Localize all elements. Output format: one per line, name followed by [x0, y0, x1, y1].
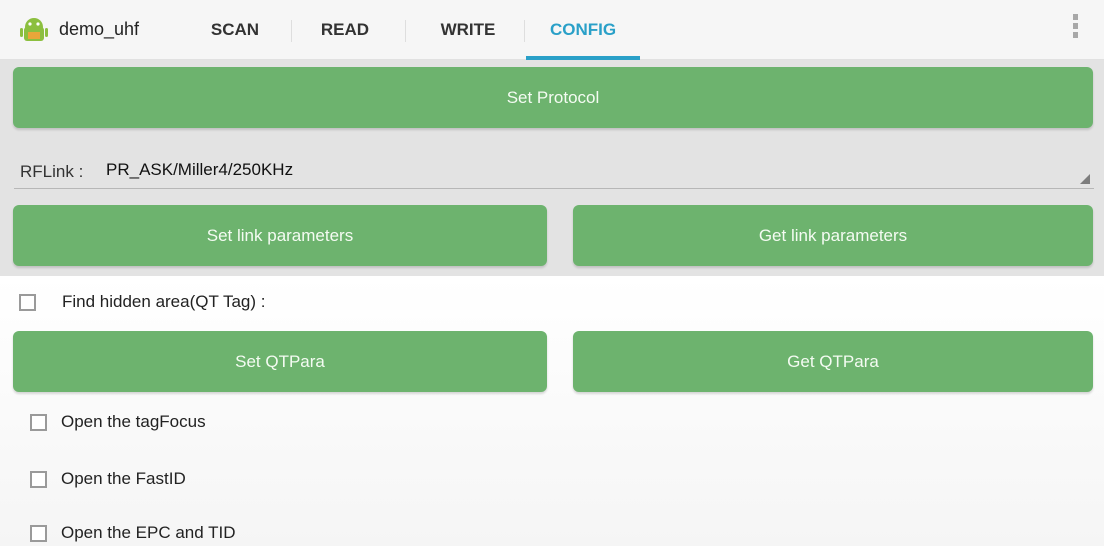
- fastid-checkbox[interactable]: [30, 471, 47, 488]
- tab-write[interactable]: WRITE: [422, 0, 514, 60]
- epc-tid-checkbox[interactable]: [30, 525, 47, 542]
- rflink-label: RFLink :: [20, 162, 84, 181]
- set-qtpara-button[interactable]: Set QTPara: [13, 331, 547, 392]
- rflink-spinner[interactable]: PR_ASK/Miller4/250KHz: [106, 160, 293, 180]
- find-hidden-area-checkbox[interactable]: [19, 294, 36, 311]
- tagfocus-label: Open the tagFocus: [61, 412, 206, 431]
- tab-divider: [291, 20, 292, 42]
- android-app-icon: [20, 18, 48, 41]
- get-link-parameters-button[interactable]: Get link parameters: [573, 205, 1093, 266]
- fastid-label: Open the FastID: [61, 469, 186, 488]
- tab-read[interactable]: READ: [305, 0, 385, 60]
- find-hidden-area-label: Find hidden area(QT Tag) :: [62, 292, 266, 311]
- tab-divider: [405, 20, 406, 42]
- tagfocus-checkbox[interactable]: [30, 414, 47, 431]
- get-qtpara-button[interactable]: Get QTPara: [573, 331, 1093, 392]
- tab-config[interactable]: CONFIG: [526, 0, 640, 60]
- set-protocol-button[interactable]: Set Protocol: [13, 67, 1093, 128]
- tab-divider: [524, 20, 525, 42]
- app-title: demo_uhf: [59, 19, 140, 39]
- tab-scan[interactable]: SCAN: [190, 0, 280, 60]
- overflow-menu-icon[interactable]: [1068, 14, 1082, 44]
- rflink-spinner-underline: [14, 188, 1094, 189]
- set-link-parameters-button[interactable]: Set link parameters: [13, 205, 547, 266]
- epc-tid-label: Open the EPC and TID: [61, 523, 236, 542]
- options-panel-background: [0, 276, 1104, 546]
- action-bar: demo_uhf SCAN READ WRITE CONFIG: [0, 0, 1104, 60]
- dropdown-arrow-icon[interactable]: [1080, 174, 1090, 184]
